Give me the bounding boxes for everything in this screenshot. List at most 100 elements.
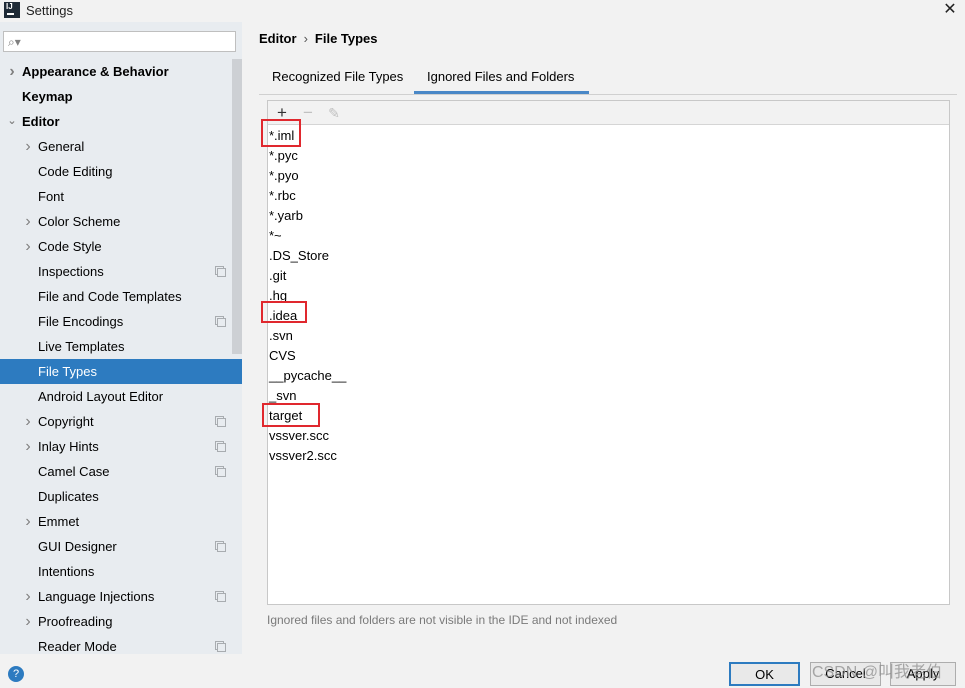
sidebar-item-inspections[interactable]: Inspections (0, 259, 242, 284)
breadcrumb-current: File Types (314, 31, 378, 46)
chevron-right-icon[interactable]: › (23, 409, 33, 434)
sidebar-item-duplicates[interactable]: Duplicates (0, 484, 242, 509)
project-settings-icon (215, 541, 226, 552)
sidebar-item-code-editing[interactable]: Code Editing (0, 159, 242, 184)
list-item[interactable]: *.rbc (268, 186, 949, 206)
tab-divider (259, 94, 957, 95)
chevron-right-icon[interactable]: › (23, 584, 33, 609)
project-settings-icon (215, 316, 226, 327)
sidebar-item-label: GUI Designer (38, 539, 117, 554)
pencil-icon: ✎ (328, 105, 340, 121)
help-button[interactable]: ? (8, 666, 24, 682)
sidebar-item-font[interactable]: Font (0, 184, 242, 209)
sidebar-item-live-templates[interactable]: Live Templates (0, 334, 242, 359)
list-item[interactable]: *.pyo (268, 166, 949, 186)
edit-button[interactable]: ✎ (324, 102, 344, 124)
tab-recognized-file-types[interactable]: Recognized File Types (258, 64, 413, 94)
sidebar-item-appearance-behavior[interactable]: › Appearance & Behavior (0, 59, 242, 84)
sidebar-item-intentions[interactable]: Intentions (0, 559, 242, 584)
chevron-right-icon[interactable]: › (23, 434, 33, 459)
sidebar-item-label: General (38, 139, 85, 154)
sidebar-item-copyright[interactable]: › Copyright (0, 409, 242, 434)
list-item[interactable]: target (268, 406, 949, 426)
sidebar-item-inlay-hints[interactable]: › Inlay Hints (0, 434, 242, 459)
list-item[interactable]: *.yarb (268, 206, 949, 226)
sidebar-item-keymap[interactable]: Keymap (0, 84, 242, 109)
sidebar-item-label: Intentions (38, 564, 95, 579)
sidebar-item-label: File Encodings (38, 314, 124, 329)
ok-button[interactable]: OK (729, 662, 800, 686)
sidebar-item-language-injections[interactable]: › Language Injections (0, 584, 242, 609)
list-item[interactable]: .DS_Store (268, 246, 949, 266)
tab-ignored-files-and-folders[interactable]: Ignored Files and Folders (414, 64, 589, 94)
sidebar-item-emmet[interactable]: › Emmet (0, 509, 242, 534)
list-item[interactable]: CVS (268, 346, 949, 366)
close-button[interactable]: ✕ (940, 1, 960, 19)
question-icon: ? (12, 668, 20, 680)
ignored-files-hint: Ignored files and folders are not visibl… (267, 613, 618, 627)
list-item[interactable]: .hg (268, 286, 949, 306)
sidebar-item-label: Live Templates (38, 339, 125, 354)
annotation-box-idea (261, 301, 307, 323)
title-bar: IJ Settings ✕ (0, 0, 965, 22)
list-item[interactable]: vssver.scc (268, 426, 949, 446)
remove-button[interactable]: − (298, 102, 318, 124)
sidebar-item-label: Font (38, 189, 65, 204)
chevron-right-icon[interactable]: › (23, 209, 33, 234)
chevron-right-icon[interactable]: › (23, 134, 33, 159)
sidebar-scrollbar[interactable] (232, 59, 242, 354)
chevron-right-icon[interactable]: › (7, 59, 17, 84)
settings-search-input[interactable]: ⌕▾ (3, 31, 236, 52)
sidebar-item-label: Inlay Hints (38, 439, 99, 454)
sidebar-item-file-types[interactable]: File Types (0, 359, 242, 384)
list-item[interactable]: *~ (268, 226, 949, 246)
sidebar-item-camel-case[interactable]: Camel Case (0, 459, 242, 484)
sidebar-item-proofreading[interactable]: › Proofreading (0, 609, 242, 634)
list-item[interactable]: _svn (268, 386, 949, 406)
breadcrumb-parent[interactable]: Editor (259, 31, 297, 46)
intellij-app-icon: IJ (4, 2, 20, 18)
breadcrumb: Editor › File Types (259, 31, 378, 46)
search-icon: ⌕▾ (8, 35, 21, 49)
breadcrumb-separator: › (303, 31, 308, 46)
sidebar-item-code-style[interactable]: › Code Style (0, 234, 242, 259)
annotation-box-iml (261, 119, 301, 147)
sidebar-item-color-scheme[interactable]: › Color Scheme (0, 209, 242, 234)
list-item[interactable]: vssver2.scc (268, 446, 949, 466)
minus-icon: − (303, 103, 313, 122)
sidebar-item-file-encodings[interactable]: File Encodings (0, 309, 242, 334)
close-icon: ✕ (943, 1, 957, 18)
sidebar-item-label: Editor (22, 114, 60, 129)
chevron-right-icon[interactable]: › (23, 609, 33, 634)
list-item[interactable]: __pycache__ (268, 366, 949, 386)
project-settings-icon (215, 441, 226, 452)
sidebar-item-editor[interactable]: ⌄ Editor (0, 109, 242, 134)
list-item[interactable]: *.iml (268, 126, 949, 146)
chevron-right-icon[interactable]: › (23, 234, 33, 259)
chevron-right-icon[interactable]: › (23, 509, 33, 534)
sidebar-item-general[interactable]: › General (0, 134, 242, 159)
sidebar-item-label: Code Style (38, 239, 102, 254)
sidebar-item-label: Copyright (38, 414, 94, 429)
list-item[interactable]: .svn (268, 326, 949, 346)
settings-tree: › Appearance & Behavior Keymap ⌄ Editor › Gene… (0, 59, 242, 659)
window-title: Settings (26, 3, 73, 18)
ignored-files-list: *.iml *.pyc *.pyo *.rbc *.yarb *~ .DS_Store .gi… (268, 126, 949, 466)
project-settings-icon (215, 466, 226, 477)
apply-button[interactable]: Apply (890, 662, 956, 686)
list-item[interactable]: .idea (268, 306, 949, 326)
sidebar-item-label: Appearance & Behavior (22, 64, 169, 79)
chevron-down-icon[interactable]: ⌄ (7, 109, 17, 134)
sidebar-item-label: Camel Case (38, 464, 110, 479)
annotation-box-target (262, 403, 320, 427)
list-item[interactable]: .git (268, 266, 949, 286)
ignored-files-panel: + − ✎ *.iml *.pyc *.pyo *.rbc *.yarb *~ .DS_St… (267, 100, 950, 605)
sidebar-item-android-layout-editor[interactable]: Android Layout Editor (0, 384, 242, 409)
project-settings-icon (215, 266, 226, 277)
sidebar-item-label: Color Scheme (38, 214, 121, 229)
sidebar-item-file-and-code-templates[interactable]: File and Code Templates (0, 284, 242, 309)
list-item[interactable]: *.pyc (268, 146, 949, 166)
sidebar-item-gui-designer[interactable]: GUI Designer (0, 534, 242, 559)
sidebar-item-label: Language Injections (38, 589, 155, 604)
cancel-button[interactable]: Cancel (810, 662, 881, 686)
